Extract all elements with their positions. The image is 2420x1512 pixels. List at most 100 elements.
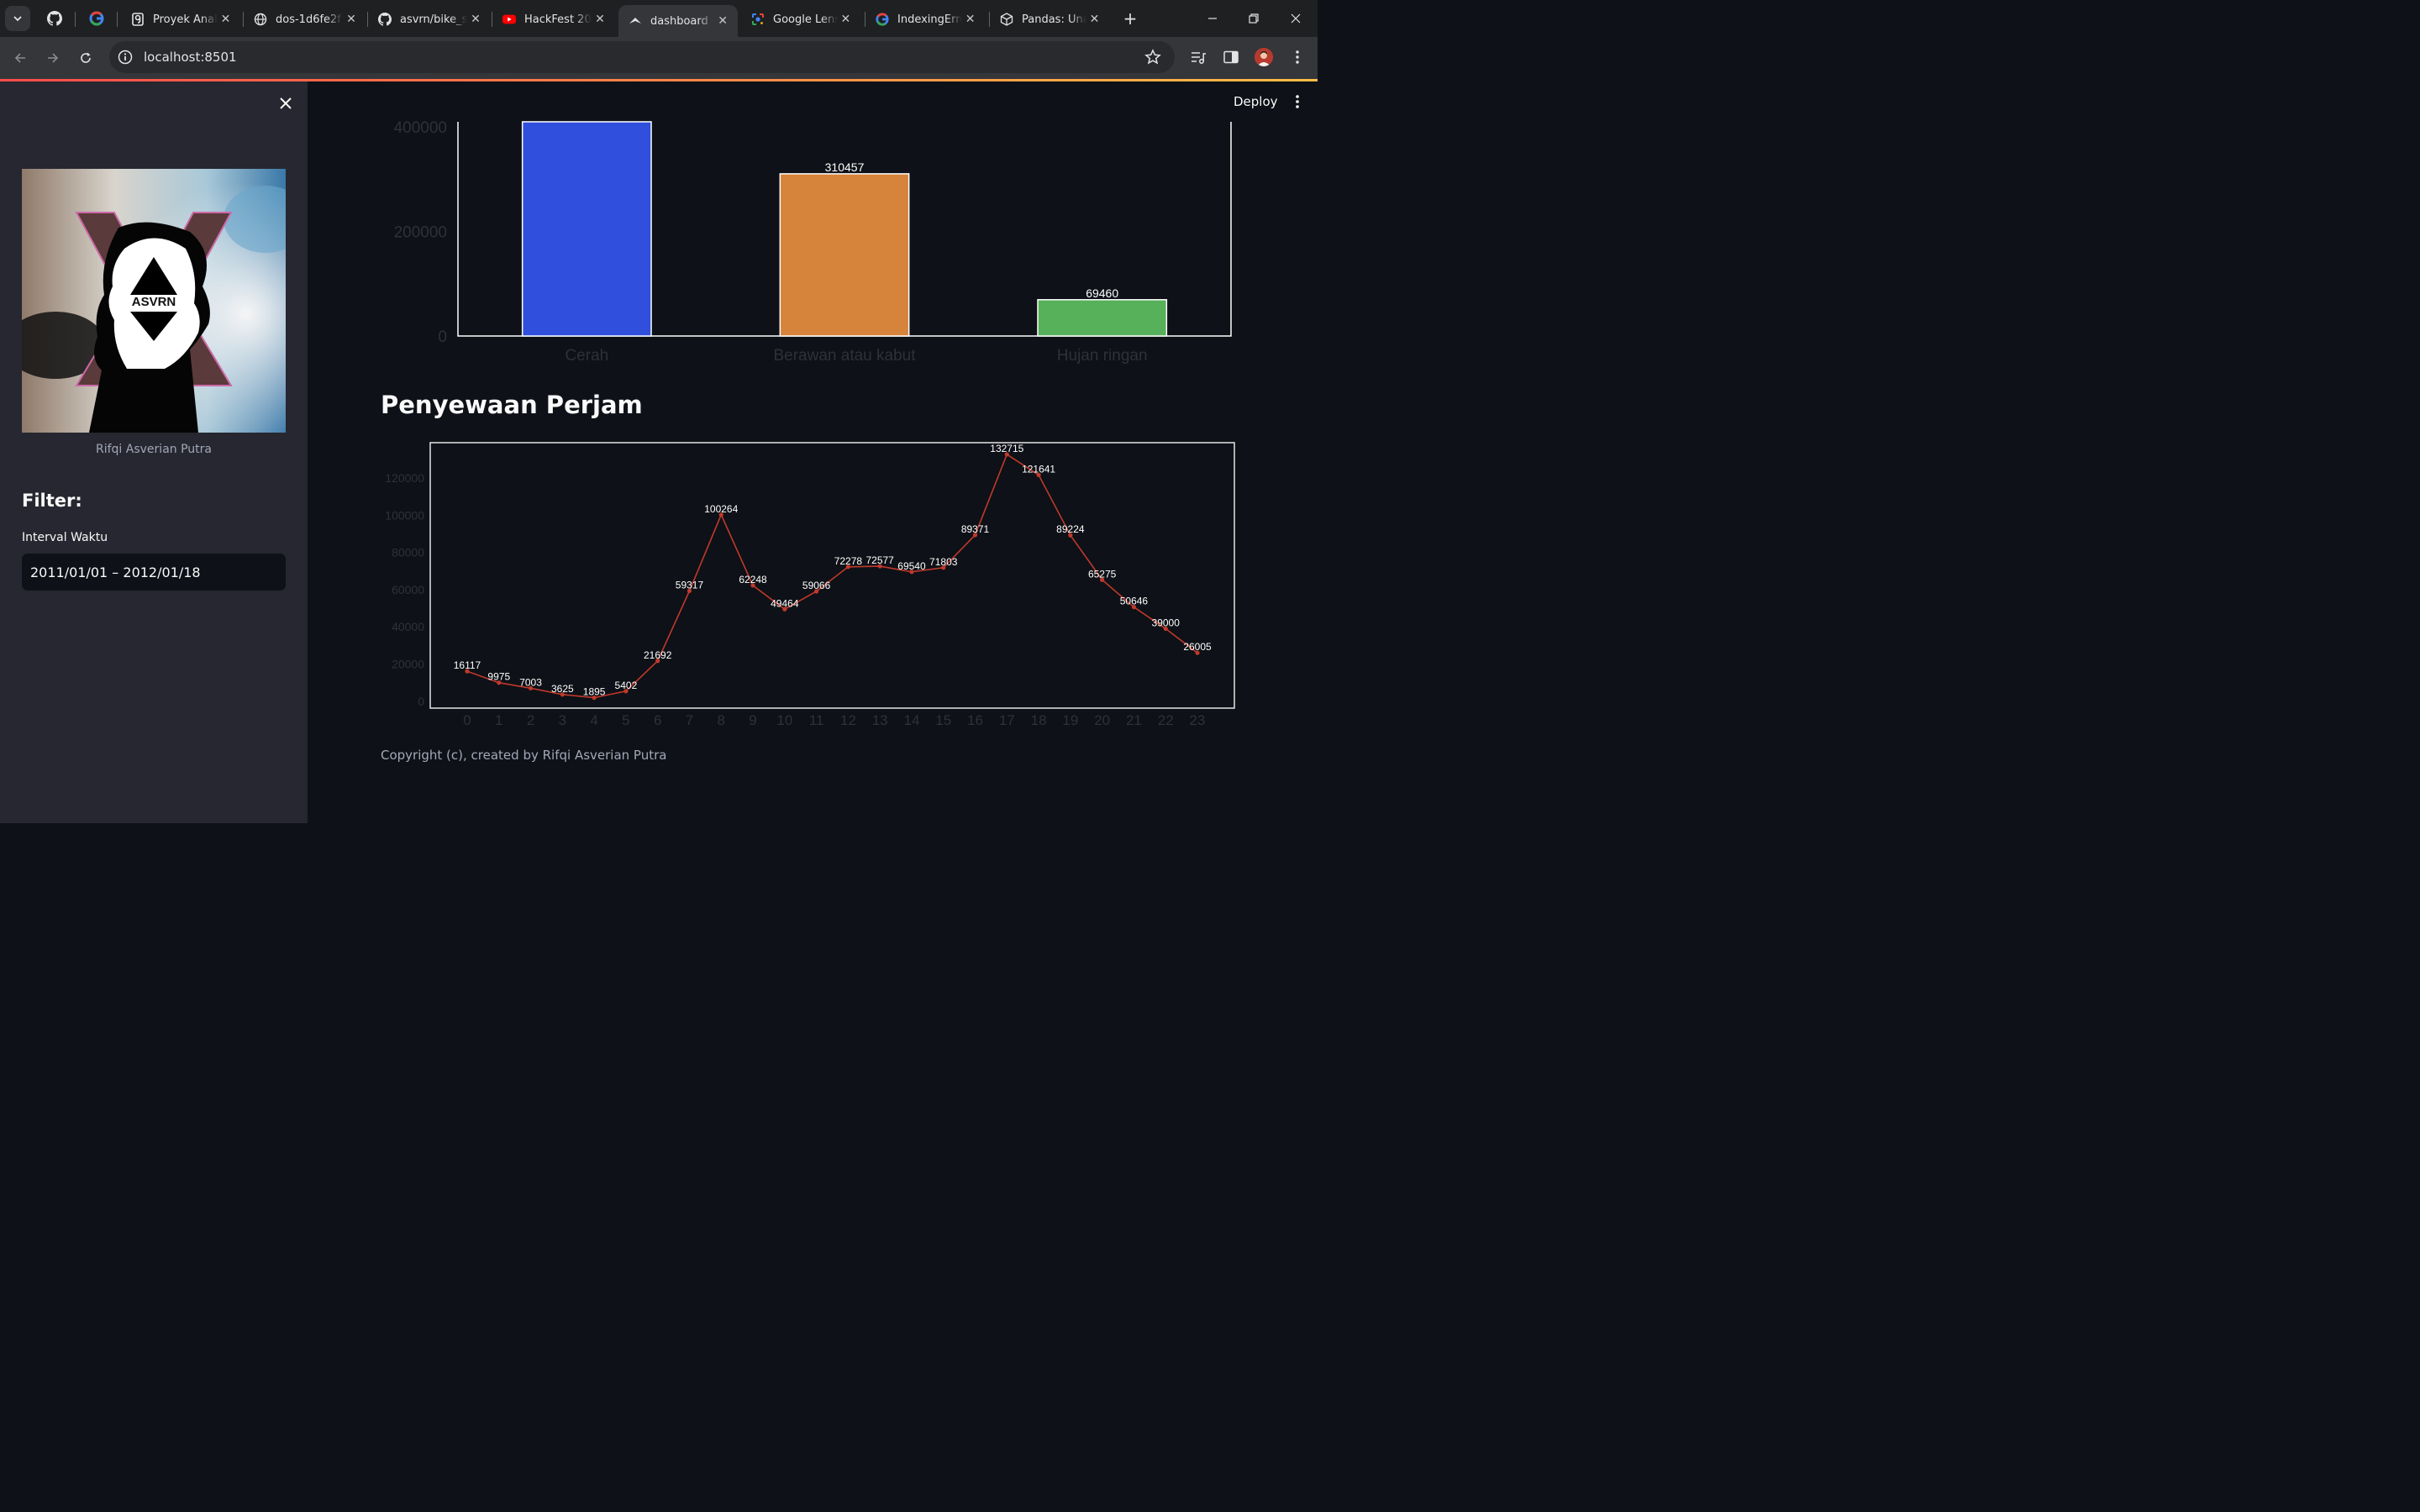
tab-dos[interactable]: dos-1d6fe2f ✕ <box>244 5 366 34</box>
hourly-data-label: 5402 <box>615 680 638 691</box>
line-y-tick-label: 100000 <box>385 508 424 522</box>
bar-y-tick-label: 200000 <box>394 224 447 242</box>
bookmark-star-icon[interactable] <box>1144 49 1161 66</box>
reload-icon <box>81 52 91 63</box>
tab-indexing-error[interactable]: IndexingErro ✕ <box>865 5 985 34</box>
line-x-tick-label: 4 <box>590 712 597 728</box>
line-y-tick-label: 60000 <box>392 583 424 596</box>
hourly-data-label: 21692 <box>644 649 672 661</box>
line-x-tick-label: 17 <box>999 712 1015 728</box>
site-info-icon[interactable] <box>118 50 133 65</box>
hourly-data-label: 7003 <box>519 676 542 688</box>
side-panel-button[interactable] <box>1221 47 1241 67</box>
collapse-sidebar-button[interactable] <box>276 93 296 113</box>
side-panel-icon <box>1223 50 1239 64</box>
line-x-tick-label: 0 <box>463 712 471 728</box>
line-x-tick-label: 20 <box>1094 712 1110 728</box>
arrow-right-icon <box>48 53 59 63</box>
address-bar[interactable]: localhost:8501 <box>109 41 1175 73</box>
hourly-heading: Penyewaan Perjam <box>381 391 643 419</box>
restore-icon <box>1249 13 1259 24</box>
bar-x-tick-label: Cerah <box>565 347 608 365</box>
line-y-tick-label: 120000 <box>385 471 424 485</box>
tab-title: Google Lens <box>773 13 838 26</box>
pinned-tab-github[interactable] <box>46 10 63 27</box>
line-x-tick-label: 21 <box>1126 712 1142 728</box>
close-tab-icon[interactable]: ✕ <box>1086 11 1102 28</box>
more-vertical-icon <box>1296 50 1299 64</box>
line-x-tick-label: 3 <box>559 712 566 728</box>
line-x-tick-label: 14 <box>903 712 919 728</box>
media-control-button[interactable] <box>1188 47 1208 67</box>
tab-pandas[interactable]: Pandas: Una ✕ <box>990 5 1109 34</box>
line-x-tick-label: 19 <box>1062 712 1078 728</box>
line-x-tick-label: 7 <box>686 712 693 728</box>
close-tab-icon[interactable]: ✕ <box>343 11 360 28</box>
close-tab-icon[interactable]: ✕ <box>962 11 978 28</box>
url-text[interactable]: localhost:8501 <box>144 50 237 65</box>
tab-search-button[interactable] <box>5 6 30 31</box>
tab-asvrn-repo[interactable]: asvrn/bike_s ✕ <box>368 5 491 34</box>
hourly-data-label: 59066 <box>802 580 831 591</box>
line-x-tick-label: 2 <box>527 712 534 728</box>
line-x-tick-label: 15 <box>935 712 951 728</box>
new-tab-button[interactable]: + <box>1121 8 1139 29</box>
minimize-icon <box>1208 18 1217 19</box>
tab-dashboard[interactable]: dashboard · ✕ <box>618 5 738 37</box>
back-button[interactable] <box>9 47 31 69</box>
pinned-tab-google[interactable] <box>88 10 105 27</box>
tab-title: HackFest 20 <box>524 13 592 26</box>
date-range-input[interactable]: 2011/01/01 – 2012/01/18 <box>22 554 286 591</box>
hourly-data-label: 9975 <box>487 671 510 683</box>
restore-button[interactable] <box>1234 7 1273 30</box>
bar-y-tick-label: 0 <box>438 328 447 346</box>
tab-google-lens[interactable]: Google Lens ✕ <box>741 5 860 34</box>
line-x-tick-label: 12 <box>840 712 856 728</box>
playlist-icon <box>1192 52 1206 64</box>
close-icon <box>1291 13 1301 24</box>
close-tab-icon[interactable]: ✕ <box>218 11 234 28</box>
line-x-tick-label: 5 <box>622 712 629 728</box>
minimize-button[interactable] <box>1193 7 1232 30</box>
arrow-left-icon <box>14 53 25 63</box>
line-x-tick-label: 16 <box>967 712 983 728</box>
close-tab-icon[interactable]: ✕ <box>714 13 731 29</box>
browser-menu-button[interactable] <box>1287 47 1307 67</box>
hourly-data-label: 59317 <box>676 579 704 591</box>
bar-2 <box>1037 299 1168 337</box>
browser-toolbar: localhost:8501 <box>0 37 1318 79</box>
close-tab-icon[interactable]: ✕ <box>838 11 854 28</box>
tab-proyek[interactable]: Proyek Anali ✕ <box>121 5 240 34</box>
hourly-data-label: 50646 <box>1120 596 1149 607</box>
line-x-tick-label: 11 <box>809 712 824 728</box>
hourly-data-label: 62248 <box>739 574 767 585</box>
forward-button[interactable] <box>42 47 64 69</box>
bar-data-label: 310457 <box>825 160 865 174</box>
hourly-data-label: 16117 <box>454 659 481 671</box>
hourly-data-label: 49464 <box>771 597 799 609</box>
google-icon <box>89 11 104 26</box>
line-x-tick-label: 1 <box>495 712 502 728</box>
globe-icon <box>254 13 267 26</box>
hourly-data-label: 72278 <box>834 555 863 567</box>
github-icon <box>378 13 392 26</box>
line-x-tick-label: 22 <box>1158 712 1174 728</box>
bar-data-label: 69460 <box>1086 286 1118 300</box>
interval-label: Interval Waktu <box>22 531 108 544</box>
hourly-data-label: 39000 <box>1152 617 1181 628</box>
hourly-data-label: 71803 <box>929 556 958 568</box>
gitbook-icon <box>132 13 144 26</box>
reload-button[interactable] <box>75 47 97 69</box>
hourly-data-label: 65275 <box>1088 568 1117 580</box>
profile-avatar[interactable] <box>1255 48 1273 66</box>
youtube-icon <box>502 14 516 24</box>
bar-x-tick-label: Hujan ringan <box>1057 347 1148 365</box>
tab-hackfest[interactable]: HackFest 20 ✕ <box>492 5 615 34</box>
close-tab-icon[interactable]: ✕ <box>467 11 484 28</box>
line-x-tick-label: 9 <box>749 712 756 728</box>
hourly-data-label: 3625 <box>551 683 574 695</box>
bar-0 <box>521 121 652 337</box>
close-tab-icon[interactable]: ✕ <box>592 11 608 28</box>
line-x-tick-label: 23 <box>1190 712 1206 728</box>
close-window-button[interactable] <box>1276 7 1315 30</box>
